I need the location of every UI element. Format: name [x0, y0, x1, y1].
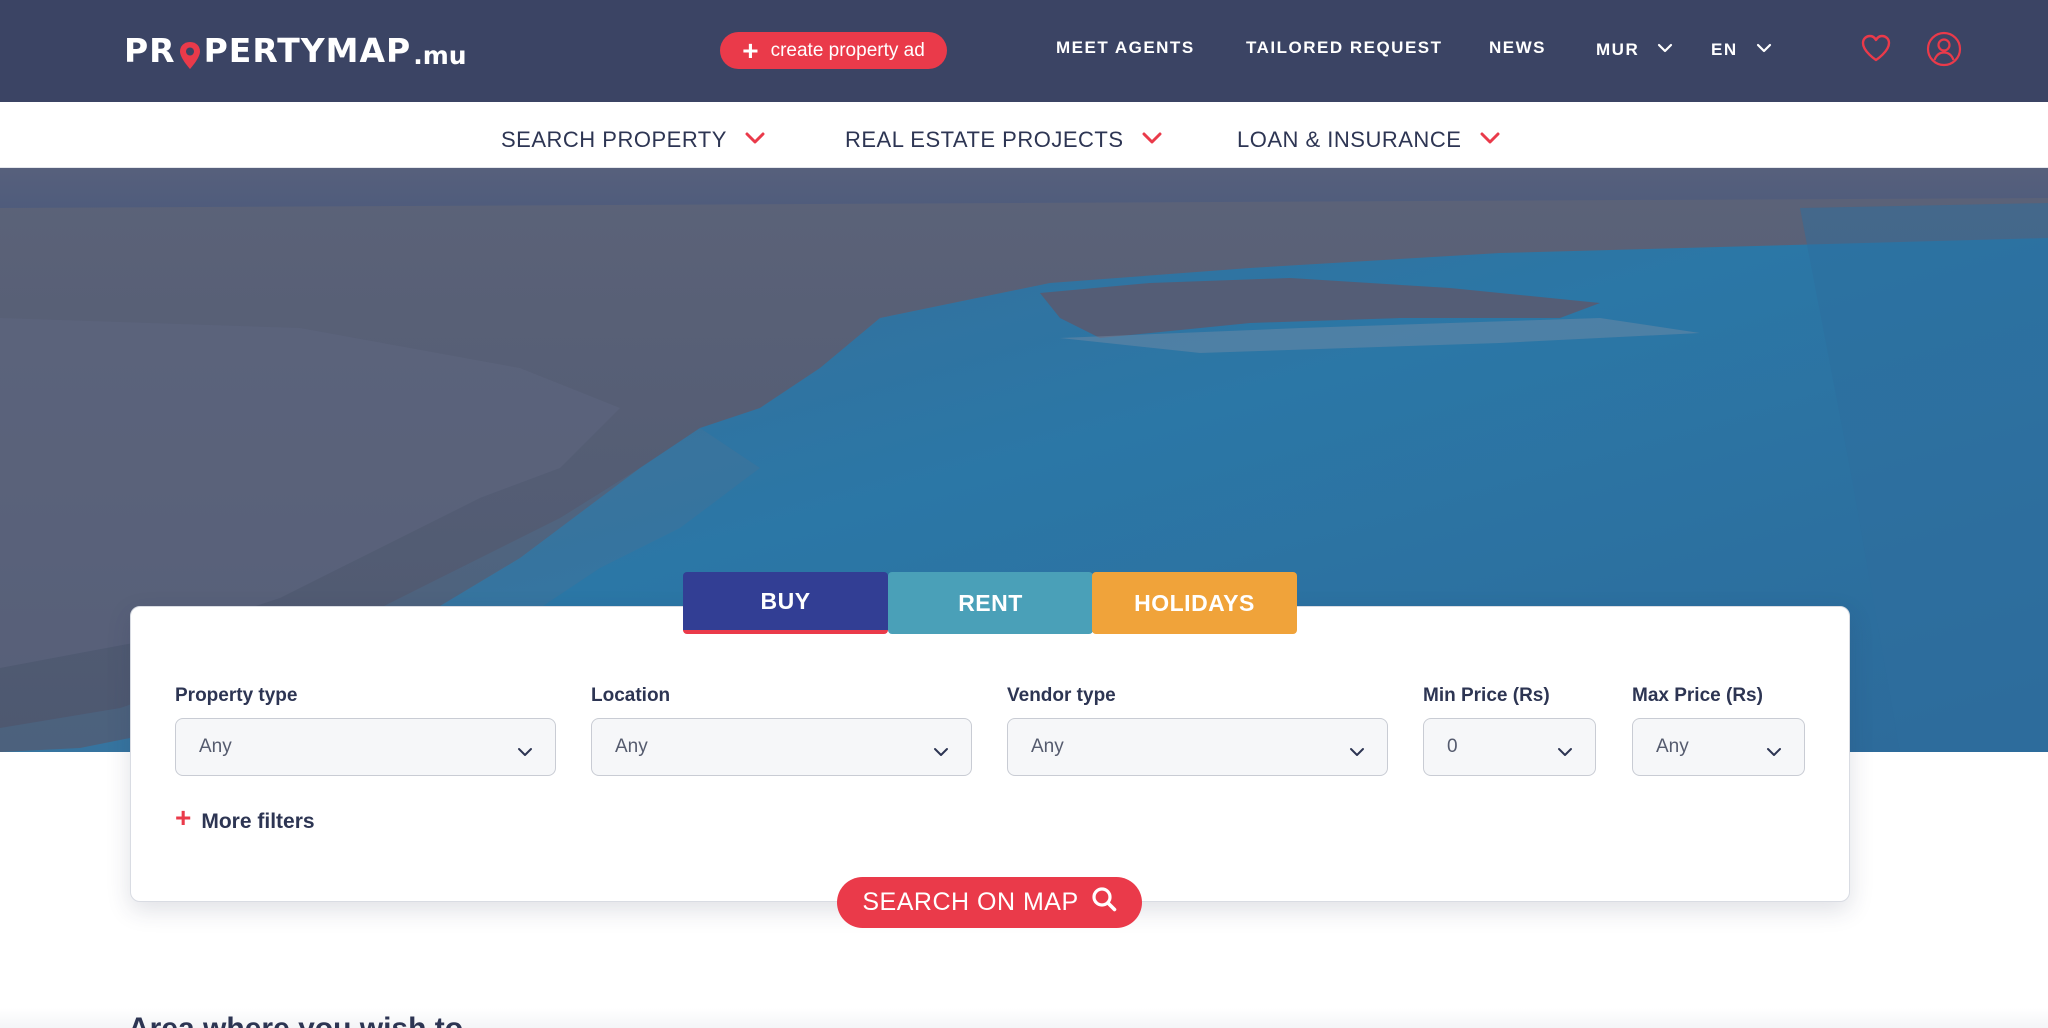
- section-heading-text: Area where you wish to live: [128, 1016, 508, 1028]
- chevron-down-icon: [745, 124, 765, 150]
- location-value: Any: [615, 736, 648, 757]
- vendor-type-select[interactable]: Any: [1007, 718, 1388, 776]
- max-price-select[interactable]: Any: [1632, 718, 1805, 776]
- property-type-value: Any: [199, 736, 232, 757]
- chevron-down-icon: [1480, 124, 1500, 150]
- currency-selector[interactable]: MUR: [1596, 38, 1673, 60]
- chevron-down-icon: [933, 741, 949, 763]
- chevron-down-icon: [1756, 38, 1772, 58]
- create-property-ad-label: create property ad: [770, 39, 925, 61]
- secondary-nav: SEARCH PROPERTY REAL ESTATE PROJECTS LOA…: [0, 102, 2048, 168]
- tab-rent-label: RENT: [958, 589, 1023, 616]
- create-property-ad-button[interactable]: + create property ad: [720, 32, 947, 69]
- tab-holidays-label: HOLIDAYS: [1134, 589, 1255, 616]
- subnav-search-property-label: SEARCH PROPERTY: [501, 127, 727, 152]
- user-icon[interactable]: [1926, 31, 1962, 67]
- tab-buy-label: BUY: [760, 587, 811, 614]
- plus-icon: +: [742, 34, 759, 66]
- nav-tailored-request[interactable]: TAILORED REQUEST: [1246, 38, 1443, 58]
- tab-buy[interactable]: BUY: [683, 572, 888, 634]
- subnav-search-property[interactable]: SEARCH PROPERTY: [501, 124, 765, 153]
- tab-holidays[interactable]: HOLIDAYS: [1092, 572, 1297, 634]
- min-price-value: 0: [1447, 736, 1458, 757]
- nav-tailored-request-label: TAILORED REQUEST: [1246, 38, 1443, 57]
- subnav-real-estate-projects-label: REAL ESTATE PROJECTS: [845, 127, 1124, 152]
- nav-news[interactable]: NEWS: [1489, 38, 1546, 58]
- min-price-select[interactable]: 0: [1423, 718, 1596, 776]
- top-header: PR PERTYMAP .mu + create property ad MEE…: [0, 0, 2048, 102]
- map-pin-icon: [178, 40, 202, 70]
- max-price-label: Max Price (Rs): [1632, 685, 1763, 706]
- property-type-label: Property type: [175, 685, 298, 706]
- logo-text-end: PERTYMAP: [203, 31, 412, 70]
- search-icon: [1091, 886, 1117, 919]
- more-filters-label: More filters: [201, 810, 315, 833]
- chevron-down-icon: [1657, 38, 1673, 58]
- chevron-down-icon: [1142, 124, 1162, 150]
- chevron-down-icon: [1766, 741, 1782, 763]
- search-on-map-label: SEARCH ON MAP: [862, 888, 1079, 916]
- more-filters-toggle[interactable]: + More filters: [175, 804, 315, 834]
- property-type-select[interactable]: Any: [175, 718, 556, 776]
- search-on-map-button[interactable]: SEARCH ON MAP: [837, 877, 1142, 928]
- currency-selector-label: MUR: [1596, 40, 1640, 59]
- vendor-type-value: Any: [1031, 736, 1064, 757]
- nav-meet-agents[interactable]: MEET AGENTS: [1056, 38, 1195, 58]
- logo-text-start: PR: [124, 31, 176, 70]
- heart-icon[interactable]: [1860, 33, 1892, 63]
- section-heading-partial: Area where you wish to live: [128, 1016, 508, 1028]
- chevron-down-icon: [1349, 741, 1365, 763]
- subnav-real-estate-projects[interactable]: REAL ESTATE PROJECTS: [845, 124, 1162, 153]
- nav-meet-agents-label: MEET AGENTS: [1056, 38, 1195, 57]
- subnav-loan-insurance[interactable]: LOAN & INSURANCE: [1237, 124, 1500, 153]
- plus-icon: +: [175, 802, 192, 833]
- chevron-down-icon: [517, 741, 533, 763]
- location-select[interactable]: Any: [591, 718, 972, 776]
- chevron-down-icon: [1557, 741, 1573, 763]
- nav-news-label: NEWS: [1489, 38, 1546, 57]
- min-price-label: Min Price (Rs): [1423, 685, 1550, 706]
- logo-suffix: .mu: [413, 41, 467, 70]
- language-selector-label: EN: [1711, 40, 1738, 59]
- location-label: Location: [591, 685, 671, 706]
- tab-rent[interactable]: RENT: [888, 572, 1093, 634]
- site-logo[interactable]: PR PERTYMAP .mu: [124, 30, 467, 70]
- subnav-loan-insurance-label: LOAN & INSURANCE: [1237, 127, 1462, 152]
- language-selector[interactable]: EN: [1711, 38, 1772, 60]
- max-price-value: Any: [1656, 736, 1689, 757]
- vendor-type-label: Vendor type: [1007, 685, 1116, 706]
